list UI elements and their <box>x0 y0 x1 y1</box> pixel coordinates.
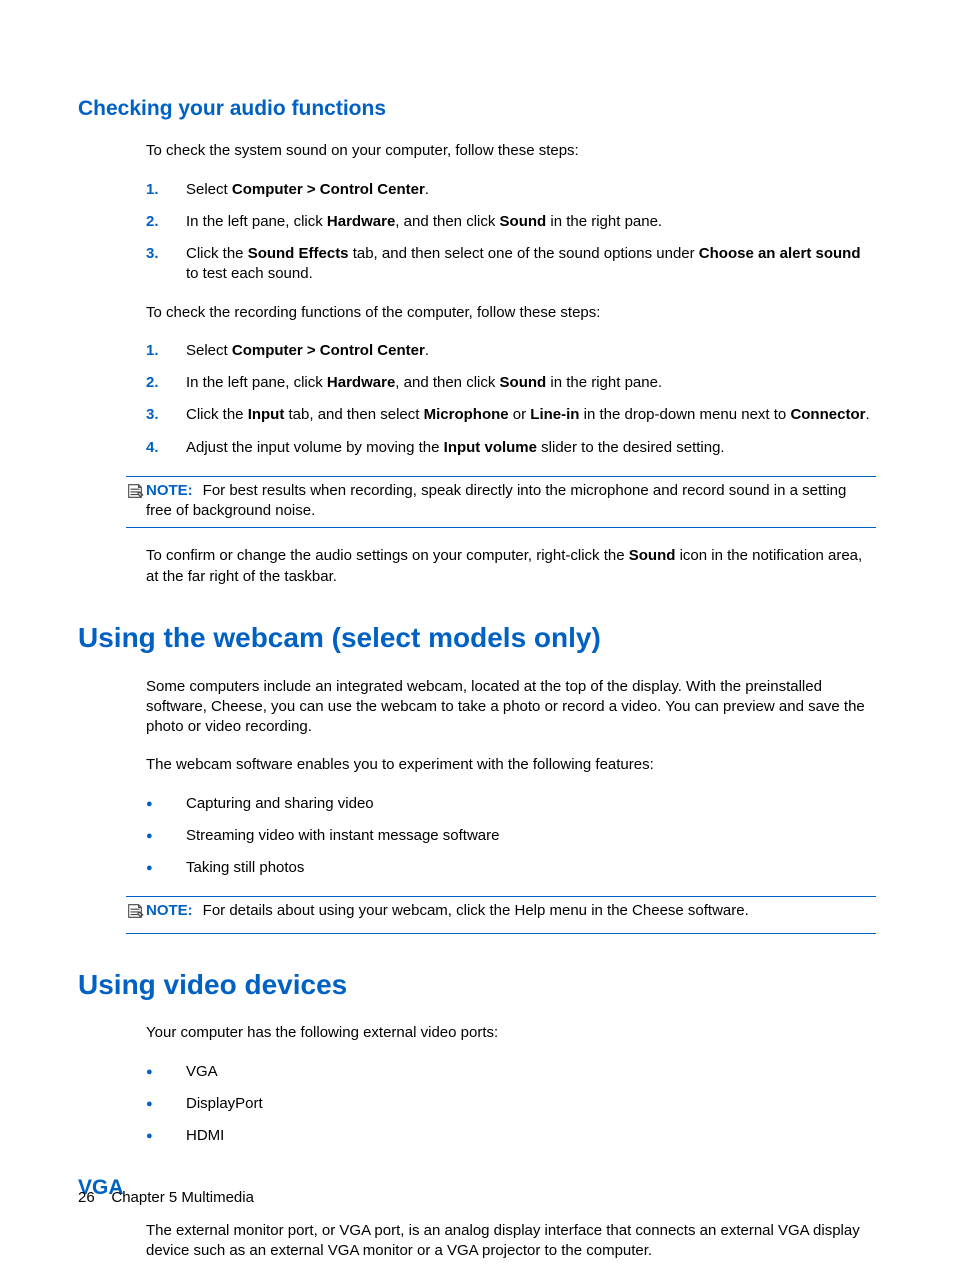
list-item: ● DisplayPort <box>146 1094 876 1114</box>
list-text: VGA <box>186 1062 876 1082</box>
list-number: 4. <box>146 438 186 458</box>
note-label: NOTE: <box>146 482 193 499</box>
list-item: 1. Select Computer > Control Center. <box>146 180 876 200</box>
bullet-icon: ● <box>146 1097 186 1112</box>
list-item: ● Capturing and sharing video <box>146 794 876 814</box>
bullet-icon: ● <box>146 829 186 844</box>
list-item: 4. Adjust the input volume by moving the… <box>146 438 876 458</box>
heading-webcam: Using the webcam (select models only) <box>78 619 876 657</box>
list-item: 3. Click the Sound Effects tab, and then… <box>146 244 876 285</box>
list-number: 1. <box>146 341 186 361</box>
ordered-list-check-sound: 1. Select Computer > Control Center. 2. … <box>146 180 876 285</box>
list-item: 1. Select Computer > Control Center. <box>146 341 876 361</box>
heading-audio-functions: Checking your audio functions <box>78 95 876 123</box>
list-number: 2. <box>146 373 186 393</box>
note-callout: NOTE:For best results when recording, sp… <box>126 476 876 529</box>
page-number: 26 <box>78 1189 95 1206</box>
list-text: Select Computer > Control Center. <box>186 341 876 361</box>
paragraph: To check the system sound on your comput… <box>146 141 876 161</box>
list-number: 1. <box>146 180 186 200</box>
list-text: Taking still photos <box>186 858 876 878</box>
paragraph: To check the recording functions of the … <box>146 303 876 323</box>
list-item: 2. In the left pane, click Hardware, and… <box>146 212 876 232</box>
list-text: In the left pane, click Hardware, and th… <box>186 212 876 232</box>
list-text: Adjust the input volume by moving the In… <box>186 438 876 458</box>
list-number: 3. <box>146 244 186 285</box>
note-icon <box>126 481 146 522</box>
note-content: NOTE:For details about using your webcam… <box>146 901 876 926</box>
paragraph: Some computers include an integrated web… <box>146 677 876 738</box>
list-text: HDMI <box>186 1126 876 1146</box>
note-content: NOTE:For best results when recording, sp… <box>146 481 876 522</box>
list-number: 2. <box>146 212 186 232</box>
note-callout: NOTE:For details about using your webcam… <box>126 896 876 933</box>
list-text: Click the Sound Effects tab, and then se… <box>186 244 876 285</box>
list-item: ● VGA <box>146 1062 876 1082</box>
bullet-list-video-ports: ● VGA ● DisplayPort ● HDMI <box>146 1062 876 1147</box>
list-number: 3. <box>146 405 186 425</box>
bullet-icon: ● <box>146 1065 186 1080</box>
note-icon <box>126 901 146 926</box>
list-text: DisplayPort <box>186 1094 876 1114</box>
chapter-label: Chapter 5 Multimedia <box>111 1189 254 1206</box>
paragraph: Your computer has the following external… <box>146 1023 876 1043</box>
list-item: ● HDMI <box>146 1126 876 1146</box>
list-text: Select Computer > Control Center. <box>186 180 876 200</box>
bullet-icon: ● <box>146 797 186 812</box>
list-item: ● Taking still photos <box>146 858 876 878</box>
list-text: Streaming video with instant message sof… <box>186 826 876 846</box>
paragraph: The webcam software enables you to exper… <box>146 755 876 775</box>
paragraph: The external monitor port, or VGA port, … <box>146 1221 876 1262</box>
list-text: Capturing and sharing video <box>186 794 876 814</box>
bullet-icon: ● <box>146 1129 186 1144</box>
list-item: 3. Click the Input tab, and then select … <box>146 405 876 425</box>
bullet-list-webcam-features: ● Capturing and sharing video ● Streamin… <box>146 794 876 879</box>
heading-video-devices: Using video devices <box>78 966 876 1004</box>
list-item: ● Streaming video with instant message s… <box>146 826 876 846</box>
list-text: In the left pane, click Hardware, and th… <box>186 373 876 393</box>
list-item: 2. In the left pane, click Hardware, and… <box>146 373 876 393</box>
ordered-list-check-recording: 1. Select Computer > Control Center. 2. … <box>146 341 876 458</box>
bullet-icon: ● <box>146 861 186 876</box>
paragraph: To confirm or change the audio settings … <box>146 546 876 587</box>
list-text: Click the Input tab, and then select Mic… <box>186 405 876 425</box>
note-label: NOTE: <box>146 902 193 919</box>
page-footer: 26 Chapter 5 Multimedia <box>78 1188 254 1208</box>
